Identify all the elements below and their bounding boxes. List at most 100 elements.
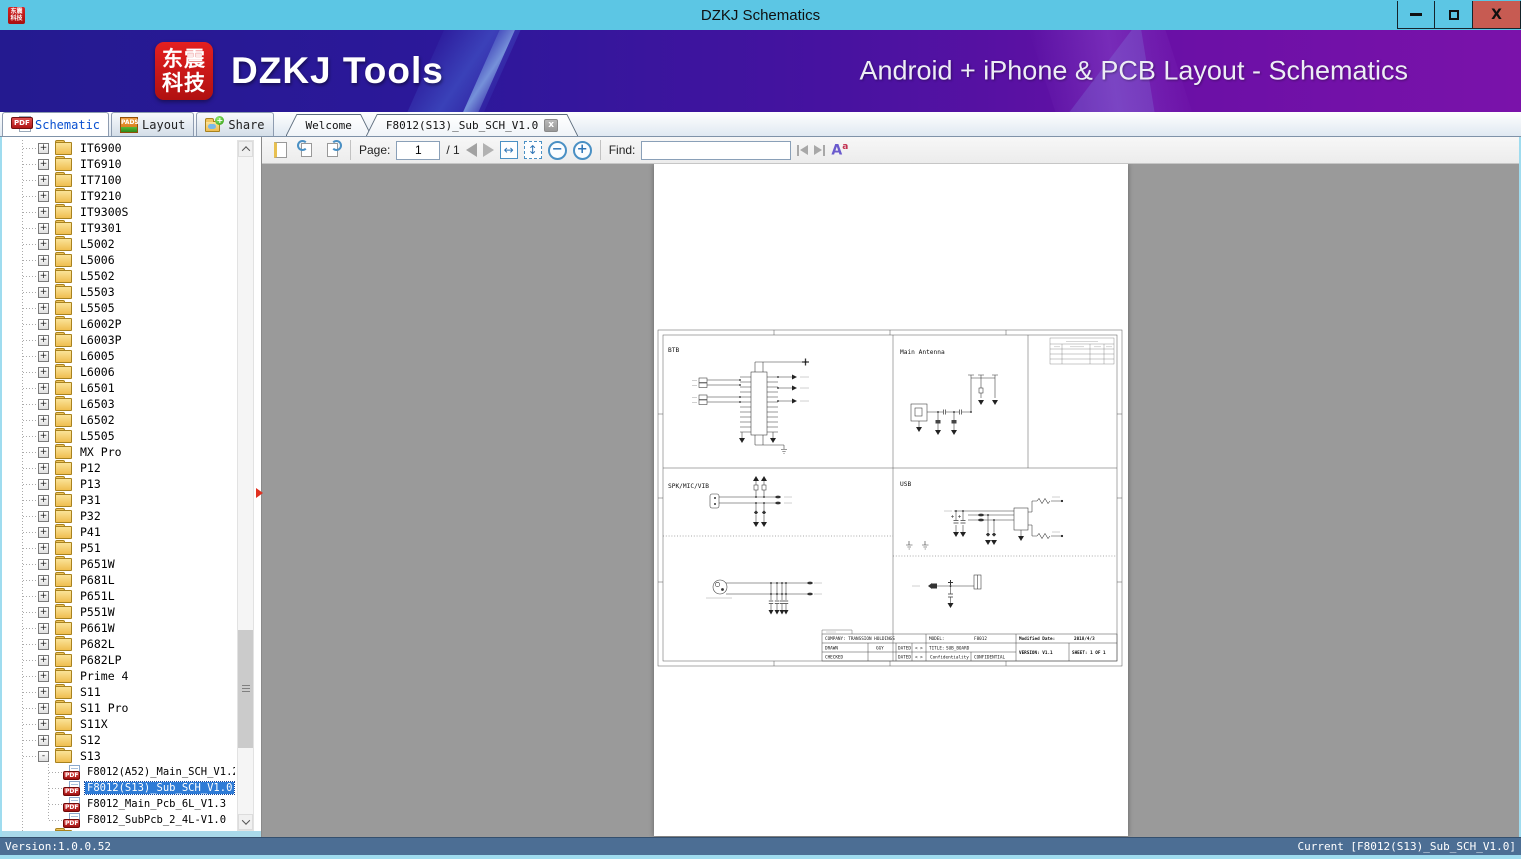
expand-icon[interactable]: + <box>38 158 49 170</box>
expand-icon[interactable]: + <box>38 558 49 570</box>
tree-folder-row[interactable]: + IT6900 <box>2 140 235 156</box>
tab-layout[interactable]: PADS Layout <box>111 112 195 136</box>
rotate-left-icon[interactable] <box>296 140 316 160</box>
title-bar[interactable]: 东震 科技 DZKJ Schematics X <box>0 0 1521 30</box>
tab-welcome[interactable]: Welcome <box>286 114 372 136</box>
tree-folder-row[interactable]: + L6006 <box>2 363 235 380</box>
tree-folder-row[interactable]: + L6003P <box>2 331 235 348</box>
expand-icon[interactable]: + <box>38 734 49 746</box>
rotate-right-icon[interactable] <box>322 140 342 160</box>
tree-folder-row[interactable]: + L6005 <box>2 347 235 364</box>
expand-icon[interactable]: + <box>38 494 49 506</box>
tree-folder-row[interactable]: + P551W <box>2 603 235 620</box>
expand-icon[interactable]: + <box>38 414 49 426</box>
tree-folder-row[interactable]: + L5006 <box>2 251 235 268</box>
expand-icon[interactable]: + <box>38 574 49 586</box>
tree-folder-row[interactable]: + L5505 <box>2 299 235 316</box>
expand-icon[interactable]: + <box>38 382 49 394</box>
tree-file-row[interactable]: PDF F8012_SubPcb_2_4L-V1.0 <box>2 812 235 828</box>
pdf-page[interactable]: BTB Main Antenna SPK/MIC/VIB USB COMPANY… <box>654 164 1128 836</box>
tree-folder-row[interactable]: + S11 <box>2 683 235 700</box>
expand-icon[interactable]: + <box>38 334 49 346</box>
expand-icon[interactable]: + <box>38 702 49 714</box>
tree-folder-row[interactable]: + L6503 <box>2 395 235 412</box>
expand-icon[interactable]: + <box>38 510 49 522</box>
expand-icon[interactable]: - <box>38 750 49 762</box>
expand-icon[interactable]: + <box>38 270 49 282</box>
splitter-collapse-icon[interactable] <box>256 488 263 498</box>
expand-icon[interactable]: + <box>38 238 49 250</box>
expand-icon[interactable]: + <box>38 174 49 186</box>
tree-folder-row[interactable]: + IT6910 <box>2 155 235 172</box>
find-next-icon[interactable] <box>814 144 826 156</box>
tree-folder-row[interactable]: + P51 <box>2 539 235 556</box>
expand-icon[interactable]: + <box>38 286 49 298</box>
expand-icon[interactable]: + <box>38 190 49 202</box>
tree-folder-row[interactable]: + Prime 4 <box>2 667 235 684</box>
expand-icon[interactable]: + <box>38 718 49 730</box>
tree-folder-row[interactable]: + P41 <box>2 523 235 540</box>
viewer-canvas[interactable]: BTB Main Antenna SPK/MIC/VIB USB COMPANY… <box>262 164 1519 837</box>
tree-folder-row[interactable]: + IT9210 <box>2 187 235 204</box>
tree-folder-row[interactable]: + S11 Pro <box>2 699 235 716</box>
tree-folder-row[interactable]: + IT9300S <box>2 203 235 220</box>
find-previous-icon[interactable] <box>797 144 809 156</box>
tab-document-active[interactable]: F8012(S13)_Sub_SCH_V1.0 x <box>366 114 578 136</box>
expand-icon[interactable]: + <box>38 142 49 154</box>
fit-width-icon[interactable]: ↔ <box>499 141 518 159</box>
tree-folder-row[interactable]: + S11X <box>2 715 235 732</box>
maximize-button[interactable] <box>1435 1 1473 29</box>
tree-folder-row[interactable]: + P682LP <box>2 651 235 668</box>
tab-close-icon[interactable]: x <box>544 119 558 132</box>
tree-folder-row[interactable]: + P13 <box>2 475 235 492</box>
tree-folder-row[interactable]: + <box>2 827 235 831</box>
tree-folder-row[interactable]: + L6502 <box>2 411 235 428</box>
expand-icon[interactable]: + <box>38 654 49 666</box>
tree-folder-row[interactable]: + P651W <box>2 555 235 572</box>
expand-icon[interactable]: + <box>38 350 49 362</box>
tree-folder-row[interactable]: + P31 <box>2 491 235 508</box>
tab-share[interactable]: Share <box>196 112 274 136</box>
expand-icon[interactable]: + <box>38 254 49 266</box>
tree-folder-row[interactable]: + P681L <box>2 571 235 588</box>
tree-folder-row[interactable]: + P32 <box>2 507 235 524</box>
zoom-out-icon[interactable]: − <box>547 140 567 160</box>
tree-folder-row[interactable]: + L6002P <box>2 315 235 332</box>
zoom-in-icon[interactable]: + <box>572 140 592 160</box>
expand-icon[interactable]: + <box>38 206 49 218</box>
tree-scrollbar[interactable] <box>237 140 254 831</box>
expand-icon[interactable]: + <box>38 366 49 378</box>
expand-icon[interactable]: + <box>38 478 49 490</box>
tree-folder-row[interactable]: + L5503 <box>2 283 235 300</box>
tree-folder-row[interactable]: - S13 <box>2 747 235 764</box>
expand-icon[interactable]: + <box>38 686 49 698</box>
expand-icon[interactable]: + <box>38 526 49 538</box>
font-size-icon[interactable]: Aa <box>831 142 848 159</box>
tree-folder-row[interactable]: + MX Pro <box>2 443 235 460</box>
tree-folder-row[interactable]: + IT7100 <box>2 171 235 188</box>
scroll-down-icon[interactable] <box>238 814 253 830</box>
tree-folder-row[interactable]: + P682L <box>2 635 235 652</box>
close-button[interactable]: X <box>1473 1 1521 29</box>
tree-folder-row[interactable]: + L5502 <box>2 267 235 284</box>
tree-folder-row[interactable]: + L6501 <box>2 379 235 396</box>
expand-icon[interactable]: + <box>38 222 49 234</box>
tree-folder-row[interactable]: + L5002 <box>2 235 235 252</box>
prev-page-icon[interactable] <box>465 143 477 157</box>
expand-icon[interactable]: + <box>38 622 49 634</box>
expand-icon[interactable]: + <box>38 398 49 410</box>
scroll-up-icon[interactable] <box>238 141 253 157</box>
expand-icon[interactable]: + <box>38 318 49 330</box>
tree-folder-row[interactable]: + P12 <box>2 459 235 476</box>
thumbnail-panel-icon[interactable] <box>270 140 290 160</box>
tree-folder-row[interactable]: + IT9301 <box>2 219 235 236</box>
expand-icon[interactable]: + <box>38 430 49 442</box>
expand-icon[interactable]: + <box>38 302 49 314</box>
tree-file-row[interactable]: PDF F8012(A52)_Main_SCH_V1.2 <box>2 764 235 780</box>
next-page-icon[interactable] <box>482 143 494 157</box>
tree-folder-row[interactable]: + P651L <box>2 587 235 604</box>
expand-icon[interactable]: + <box>38 590 49 602</box>
minimize-button[interactable] <box>1397 1 1435 29</box>
expand-icon[interactable]: + <box>38 542 49 554</box>
expand-icon[interactable]: + <box>38 638 49 650</box>
